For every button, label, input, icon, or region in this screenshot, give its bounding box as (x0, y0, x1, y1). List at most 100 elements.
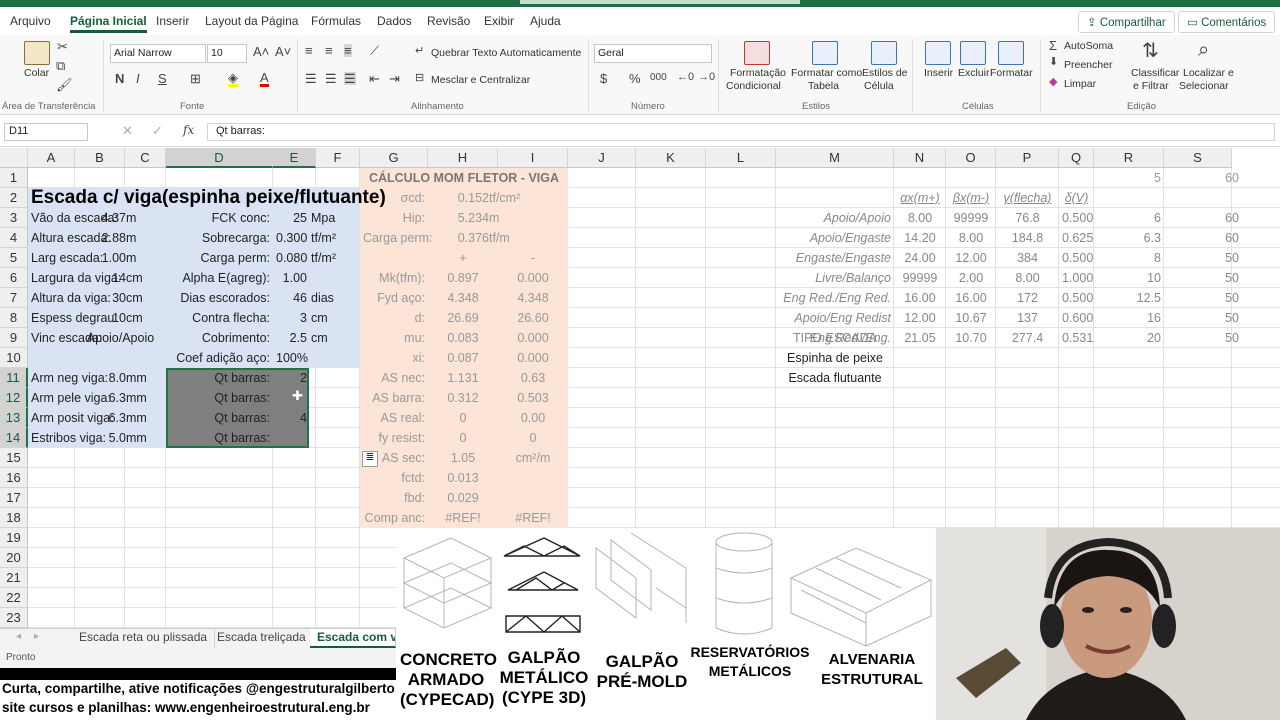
bar-count-label[interactable]: Qt barras: (169, 368, 270, 388)
fill-button[interactable]: Preencher (1064, 59, 1112, 71)
format-painter-icon[interactable]: 🖌 (56, 78, 73, 91)
column-header-h[interactable]: H (428, 148, 498, 168)
copy-icon[interactable]: ⧉ (56, 59, 65, 72)
thousands-icon[interactable]: 000 (650, 73, 667, 83)
rebar-diameter[interactable]: 5.0 (78, 428, 126, 448)
column-header-o[interactable]: O (946, 148, 996, 168)
column-header-e[interactable]: E (273, 148, 316, 168)
calc-negative-header[interactable]: - (501, 248, 565, 268)
param-value[interactable]: 0.080 (276, 248, 307, 268)
row-header-3[interactable]: 3 (0, 208, 28, 228)
calc-positive-header[interactable]: + (431, 248, 495, 268)
font-color-icon[interactable]: A (260, 71, 269, 87)
param-unit[interactable]: cm (126, 288, 161, 308)
param-label[interactable]: FCK conc: (169, 208, 270, 228)
coef-value[interactable]: 24.00 (897, 248, 943, 268)
stair-type-option[interactable]: Escada flutuante (779, 368, 891, 388)
coef-value[interactable]: 16.00 (897, 288, 943, 308)
param-value[interactable]: 10 (78, 308, 126, 328)
cancel-icon[interactable]: ✕ (122, 124, 133, 137)
font-size-select[interactable]: 10 (207, 44, 247, 63)
calc-label[interactable]: d: (363, 308, 425, 328)
calc-positive-value[interactable]: 0.029 (431, 488, 495, 508)
name-box[interactable]: D11 (4, 123, 88, 141)
sort-filter-icon[interactable]: ⇅ (1142, 41, 1159, 61)
stair-type-option[interactable]: Espinha de peixe (779, 348, 891, 368)
fill-color-icon[interactable]: ◈ (228, 71, 238, 87)
support-type[interactable]: Apoio/Eng Redist (739, 308, 891, 328)
decrease-indent-icon[interactable]: ⇤ (369, 72, 380, 85)
row-header-22[interactable]: 22 (0, 588, 28, 608)
calc-positive-value[interactable]: 0.897 (431, 268, 495, 288)
column-header-g[interactable]: G (360, 148, 428, 168)
param-label[interactable]: Contra flecha: (169, 308, 270, 328)
coef-value[interactable]: 0.531 (1062, 328, 1093, 348)
calc-label[interactable]: Fyd aço: (363, 288, 425, 308)
cond-format-line2[interactable]: Condicional (726, 80, 781, 92)
coef-value[interactable]: 1.000 (1062, 268, 1093, 288)
param-label[interactable]: Dias escorados: (169, 288, 270, 308)
param-value[interactable]: 2.88 (78, 228, 126, 248)
row-header-11[interactable]: 11 (0, 368, 28, 388)
calc-label[interactable]: fy resist: (363, 428, 425, 448)
coef-header[interactable]: γ(flecha) (999, 188, 1056, 208)
column-header-c[interactable]: C (125, 148, 166, 168)
column-header-q[interactable]: Q (1059, 148, 1094, 168)
param-label[interactable]: Cobrimento: (169, 328, 270, 348)
param-value[interactable]: 1.00 (276, 268, 307, 288)
wrap-text-button[interactable]: Quebrar Texto Automaticamente (431, 47, 581, 59)
param-label[interactable]: Coef adição aço: (169, 348, 270, 368)
coef-value[interactable]: 0.500 (1062, 288, 1093, 308)
support-type[interactable]: Livre/Balanço (739, 268, 891, 288)
param-label[interactable]: Alpha E(agreg): (169, 268, 270, 288)
align-center-icon[interactable]: ☰ (325, 72, 337, 85)
sort-filter-line2[interactable]: e Filtrar (1133, 80, 1169, 92)
bar-count-label[interactable]: Qt barras: (169, 428, 270, 448)
number-format-select[interactable]: Geral (594, 44, 712, 63)
param-value[interactable]: 46 (276, 288, 307, 308)
sort-filter-line1[interactable]: Classificar (1131, 67, 1179, 79)
coef-value[interactable]: 21.05 (897, 328, 943, 348)
coef-value[interactable]: 0.500 (1062, 248, 1093, 268)
coef-extra2[interactable]: 50 (1177, 308, 1239, 328)
calc-negative-value[interactable] (501, 488, 565, 508)
coef-value[interactable]: 0.625 (1062, 228, 1093, 248)
row-header-1[interactable]: 1 (0, 168, 28, 188)
cut-icon[interactable]: ✂ (57, 40, 68, 53)
coef-extra[interactable]: 6 (1097, 208, 1161, 228)
coef-extra2[interactable]: 50 (1177, 288, 1239, 308)
row-header-7[interactable]: 7 (0, 288, 28, 308)
row-header-16[interactable]: 16 (0, 468, 28, 488)
cell-styles-line1[interactable]: Estilos de (862, 67, 908, 79)
rebar-unit[interactable]: mm (126, 428, 161, 448)
tab-next-icon[interactable]: ▸ (34, 632, 39, 642)
tab-inserir[interactable]: Inserir (156, 14, 189, 28)
coef-value[interactable]: 76.8 (999, 208, 1056, 228)
rebar-diameter[interactable]: 6.3 (78, 388, 126, 408)
find-select-line1[interactable]: Localizar e (1183, 67, 1234, 79)
format-table-line2[interactable]: Tabela (808, 80, 839, 92)
calc-negative-value[interactable]: 0.000 (501, 268, 565, 288)
tab-layout[interactable]: Layout da Página (205, 14, 298, 28)
coef-value[interactable]: 10.70 (949, 328, 993, 348)
calc-unit[interactable]: tf/m (489, 228, 553, 248)
calc-value[interactable]: 0.376 (431, 228, 489, 248)
param-value[interactable]: 100% (276, 348, 308, 368)
coef-extra[interactable]: 6.3 (1097, 228, 1161, 248)
row-header-19[interactable]: 19 (0, 528, 28, 548)
calc-negative-value[interactable]: #REF! (501, 508, 565, 528)
formula-input[interactable]: Qt barras: (207, 123, 1275, 141)
format-cells-icon[interactable] (998, 41, 1024, 65)
param-value[interactable]: 0.300 (276, 228, 307, 248)
param-label[interactable]: Sobrecarga: (169, 228, 270, 248)
calc-label[interactable]: xi: (363, 348, 426, 368)
param-unit[interactable] (311, 268, 365, 288)
row-header-17[interactable]: 17 (0, 488, 28, 508)
calc-value[interactable]: 5.234 (431, 208, 489, 228)
param-unit[interactable]: m (126, 208, 161, 228)
format-table-line1[interactable]: Formatar como (791, 67, 862, 79)
sheet-tab-escada-com-viga[interactable]: Escada com viga (310, 629, 396, 648)
coef-value[interactable]: 172 (999, 288, 1056, 308)
calc-positive-value[interactable]: 1.131 (431, 368, 495, 388)
underline-icon[interactable]: S (158, 72, 167, 85)
